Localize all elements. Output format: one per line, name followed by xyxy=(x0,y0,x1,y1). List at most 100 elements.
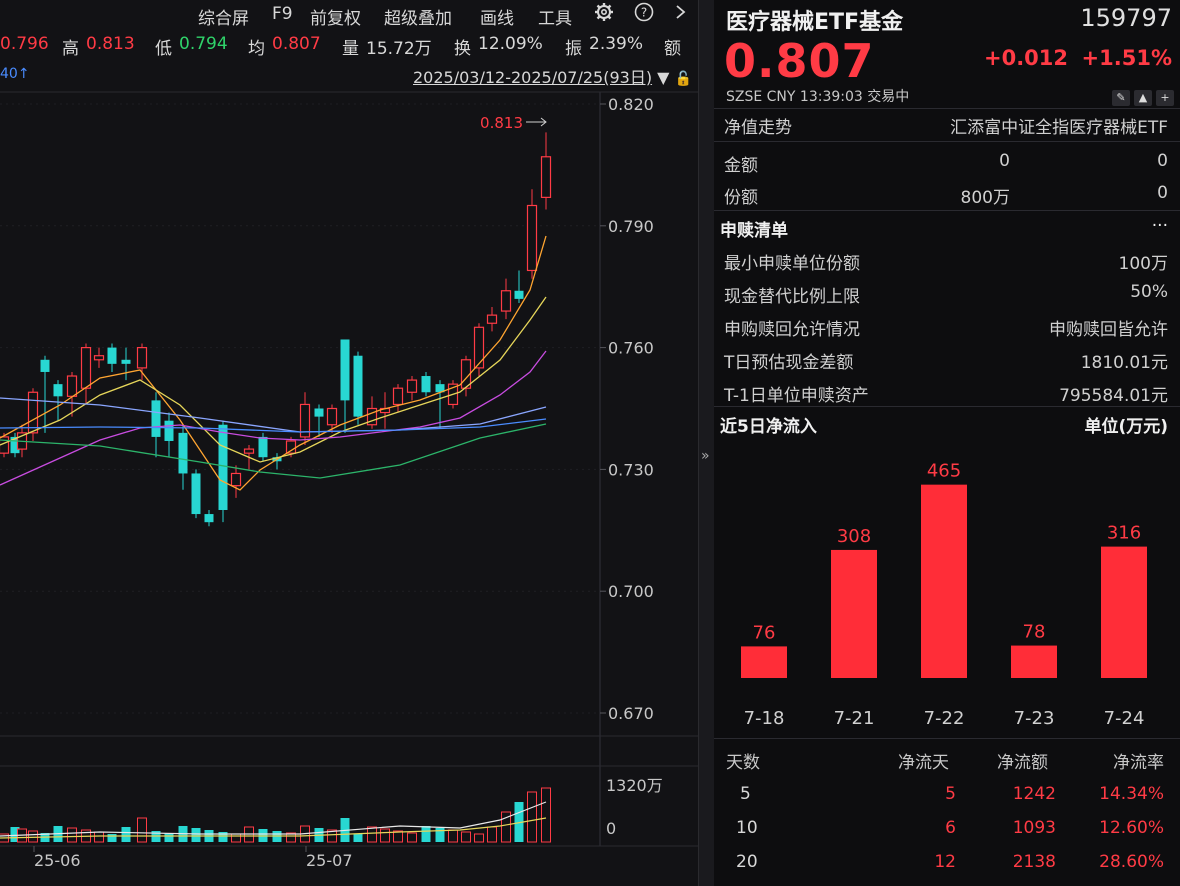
inflow-category-label: 7-22 xyxy=(924,708,965,729)
candle-body xyxy=(192,473,201,514)
volume-bar xyxy=(108,834,117,842)
date-range-text[interactable]: 2025/03/12-2025/07/25(93日) xyxy=(413,68,652,87)
price-tick-label: 0.760 xyxy=(608,339,654,358)
candle-body xyxy=(315,409,324,417)
toolbar-tools-button[interactable]: 工具 xyxy=(538,4,572,29)
candle-body xyxy=(394,388,403,404)
chart-toolbar: 综合屏 F9 前复权 超级叠加 画线 工具 ? xyxy=(0,0,698,30)
open-value: 0.796 xyxy=(0,34,49,54)
candle-body xyxy=(179,433,188,474)
holding-right: 0 xyxy=(1157,183,1168,203)
volume-tick-label: 0 xyxy=(606,819,616,838)
table-cell-net-amount: 1093 xyxy=(1013,818,1056,838)
toolbar-overlay-button[interactable]: 超级叠加 xyxy=(384,4,452,29)
creation-row: 最小申赎单位份额100万 xyxy=(714,246,1180,276)
volume-bar xyxy=(368,827,377,842)
high-label: 高 xyxy=(62,34,79,59)
creation-row-value: 申购赎回皆允许 xyxy=(1049,315,1168,340)
creation-row-label: 申购赎回允许情况 xyxy=(724,315,860,340)
lock-icon[interactable]: 🔓 xyxy=(675,71,692,87)
toolbar-adjust-button[interactable]: 前复权 xyxy=(310,4,361,29)
volume-bar xyxy=(542,788,551,842)
creation-row: 现金替代比例上限50% xyxy=(714,279,1180,309)
security-code: 159797 xyxy=(1080,4,1172,32)
price-change-pct: +1.51% xyxy=(1082,46,1172,70)
holding-label: 份额 xyxy=(724,183,758,208)
creation-row-value: 795584.01元 xyxy=(1059,381,1168,406)
holding-row: 金额 0 0 xyxy=(714,148,1180,178)
turnover-label: 换 xyxy=(454,34,471,59)
nav-trend-row[interactable]: 净值走势 汇添富中证全指医疗器械ETF xyxy=(714,110,1180,140)
creation-row-value: 50% xyxy=(1130,282,1168,302)
turnover-value: 12.09% xyxy=(478,34,543,54)
expand-chevron-icon[interactable]: » xyxy=(701,448,710,464)
creation-row-value: 1810.01元 xyxy=(1081,348,1168,373)
help-circle-icon[interactable]: ? xyxy=(634,2,654,27)
holding-mid: 0 xyxy=(999,151,1010,171)
toolbar-f9-button[interactable]: F9 xyxy=(272,4,293,24)
inflow-bar-label: 76 xyxy=(753,622,776,643)
price-tick-label: 0.790 xyxy=(608,217,654,236)
quote-actions: ✎▲+ xyxy=(1108,86,1174,106)
date-range-selector[interactable]: 2025/03/12-2025/07/25(93日) ▼ 🔓 xyxy=(413,64,692,88)
table-header-net-amount: 净流额 xyxy=(997,748,1048,773)
edit-icon[interactable]: ✎ xyxy=(1112,90,1130,106)
candle-body xyxy=(515,291,524,299)
inflow-bar-label: 316 xyxy=(1107,523,1141,544)
candle-body xyxy=(354,356,363,417)
panel-collapse-handle[interactable]: » xyxy=(698,0,714,886)
candle-body xyxy=(502,291,511,311)
ma-legend-partial: 40↑ xyxy=(0,66,30,82)
candle-body xyxy=(68,376,77,396)
inflow-category-label: 7-18 xyxy=(744,708,785,729)
candle-body xyxy=(245,449,254,453)
table-header-net-rate: 净流率 xyxy=(1113,748,1164,773)
candle-body xyxy=(488,315,497,323)
volume-value: 15.72万 xyxy=(366,34,432,59)
volume-bar xyxy=(95,832,104,842)
volume-bar xyxy=(381,829,390,842)
dropdown-triangle-icon[interactable]: ▼ xyxy=(657,68,669,87)
candle-body xyxy=(542,157,551,198)
add-icon[interactable]: + xyxy=(1156,90,1174,106)
toolbar-overview-button[interactable]: 综合屏 xyxy=(198,4,249,29)
creation-more-button[interactable]: ··· xyxy=(1152,216,1168,236)
creation-section-title: 申赎清单 xyxy=(720,216,788,241)
table-row: 5 5 1242 14.34% xyxy=(714,784,1180,814)
volume-bar xyxy=(122,827,131,842)
price-tick-label: 0.820 xyxy=(608,95,654,114)
moving-average-line xyxy=(0,424,546,478)
creation-row: T日预估现金差额1810.01元 xyxy=(714,345,1180,375)
candle-body xyxy=(259,437,268,457)
holding-right: 0 xyxy=(1157,151,1168,171)
table-header-days: 天数 xyxy=(726,748,760,773)
inflow-bar-label: 465 xyxy=(927,461,961,482)
inflow-bar xyxy=(741,646,787,678)
gear-icon[interactable] xyxy=(594,2,614,27)
volume-bar xyxy=(422,826,431,842)
volume-bar xyxy=(192,828,201,842)
volume-bar xyxy=(354,834,363,842)
volume-bar xyxy=(138,818,147,842)
table-cell-net-amount: 2138 xyxy=(1013,852,1056,872)
holding-mid: 800万 xyxy=(961,183,1010,208)
chevron-right-icon[interactable] xyxy=(674,2,688,27)
bell-icon[interactable]: ▲ xyxy=(1134,90,1152,106)
kline-chart[interactable]: 0.8200.7900.7600.7300.7000.6701320万025-0… xyxy=(0,0,698,886)
candle-body xyxy=(54,384,63,396)
price-change: +0.012 xyxy=(984,46,1068,70)
candle-body xyxy=(328,409,337,425)
low-value: 0.794 xyxy=(179,34,228,54)
inflow-bar xyxy=(921,485,967,678)
toolbar-draw-button[interactable]: 画线 xyxy=(480,4,514,29)
kline-panel[interactable]: 0.8200.7900.7600.7300.7000.6701320万025-0… xyxy=(0,0,698,886)
last-price: 0.807 xyxy=(724,34,875,88)
candle-body xyxy=(95,356,104,360)
volume-bar xyxy=(449,830,458,842)
table-cell-net-days: 5 xyxy=(945,784,956,804)
volume-label: 量 xyxy=(342,34,359,59)
inflow-bar xyxy=(1101,547,1147,678)
creation-row: 申购赎回允许情况 申购赎回皆允许 xyxy=(714,312,1180,342)
volume-tick-label: 1320万 xyxy=(606,776,663,795)
high-value: 0.813 xyxy=(86,34,135,54)
